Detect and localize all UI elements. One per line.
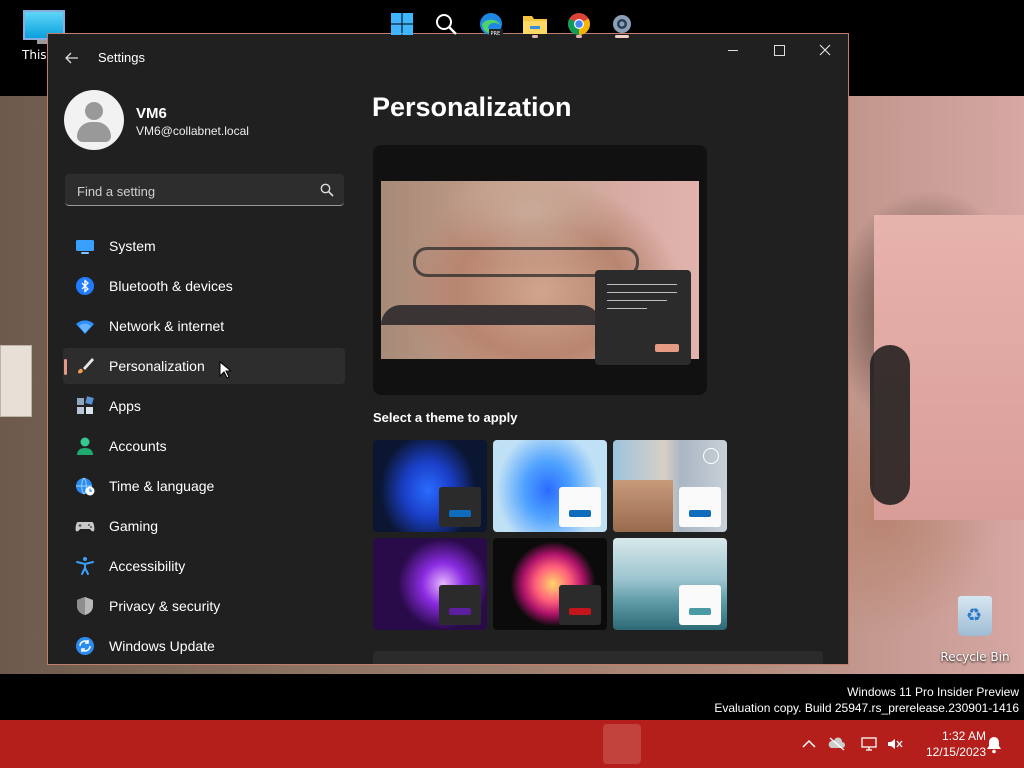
maximize-icon: [773, 44, 785, 56]
theme-preview: [373, 145, 707, 395]
window-title: Settings: [98, 50, 145, 65]
theme-glow-purple[interactable]: [373, 538, 487, 630]
chevron-up-icon[interactable]: [800, 736, 818, 752]
wifi-icon: [76, 320, 94, 334]
settings-window: Settings VM6 VM6@collabnet.local System …: [47, 33, 849, 665]
paintbrush-icon: [78, 358, 94, 374]
avatar[interactable]: [64, 90, 124, 150]
close-button[interactable]: [802, 34, 848, 66]
start-button[interactable]: [386, 8, 418, 40]
sidebar-item-label: Apps: [109, 398, 141, 414]
user-email: VM6@collabnet.local: [136, 124, 249, 138]
sidebar-item-label: Time & language: [109, 478, 215, 494]
user-name: VM6: [136, 105, 167, 122]
title-bar[interactable]: Settings: [48, 34, 848, 82]
os-watermark: Windows 11 Pro Insider Preview Evaluatio…: [714, 684, 1019, 716]
preview-shirt: [381, 305, 601, 325]
sidebar-item-system[interactable]: System: [63, 228, 345, 264]
windows-logo-icon: [391, 13, 413, 35]
minimize-button[interactable]: [710, 34, 756, 66]
sidebar-item-personalization[interactable]: Personalization: [63, 348, 345, 384]
edge-browser-icon: PRE: [480, 13, 503, 37]
page-title: Personalization: [372, 92, 572, 122]
sidebar-item-label: Bluetooth & devices: [109, 278, 233, 294]
monitor-icon: [76, 240, 94, 254]
theme-flow-lake[interactable]: [613, 538, 727, 630]
sidebar-item-label: Windows Update: [109, 638, 215, 654]
taskbar-clock[interactable]: 1:32 AM 12/15/2023: [916, 728, 986, 760]
sidebar-item-label: System: [109, 238, 156, 254]
taskbar-search-button[interactable]: [430, 8, 462, 40]
watermark-line-2: Evaluation copy. Build 25947.rs_prerelea…: [714, 701, 1019, 715]
sidebar-item-bluetooth-devices[interactable]: Bluetooth & devices: [63, 268, 345, 304]
maximize-button[interactable]: [756, 34, 802, 66]
network-icon[interactable]: [860, 736, 878, 752]
search-input[interactable]: [75, 181, 309, 201]
settings-card[interactable]: [373, 651, 823, 664]
theme-glow-flower[interactable]: [613, 440, 727, 532]
onedrive-offline-icon[interactable]: [828, 736, 846, 752]
shield-icon: [77, 597, 93, 615]
folder-icon: [523, 16, 547, 34]
volume-muted-icon[interactable]: [886, 736, 904, 752]
notification-bell-icon[interactable]: [986, 736, 1002, 754]
back-button[interactable]: [58, 46, 86, 70]
sidebar-item-label: Privacy & security: [109, 598, 221, 614]
person-icon: [77, 437, 93, 455]
sidebar-item-label: Accounts: [109, 438, 167, 454]
sidebar-item-label: Gaming: [109, 518, 159, 534]
sidebar-item-network-internet[interactable]: Network & internet: [63, 308, 345, 344]
sidebar-item-accounts[interactable]: Accounts: [63, 428, 345, 464]
mouse-cursor-icon: [219, 361, 231, 379]
theme-captured-motion[interactable]: [493, 538, 607, 630]
apps-icon: [77, 396, 94, 414]
theme-section-heading: Select a theme to apply: [373, 410, 518, 425]
sidebar-item-privacy-security[interactable]: Privacy & security: [63, 588, 345, 624]
minimize-icon: [728, 49, 738, 51]
wallpaper-glasses: [870, 345, 910, 505]
desktop-icon-label: Recycle Bin: [940, 650, 1010, 664]
watermark-line-1: Windows 11 Pro Insider Preview: [847, 685, 1019, 699]
clock-date: 12/15/2023: [925, 745, 986, 759]
taskbar-edge[interactable]: PRE: [475, 8, 507, 40]
search-icon[interactable]: [320, 183, 334, 197]
recycle-bin-icon: [958, 596, 992, 636]
wallpaper-light-switch: [0, 345, 32, 417]
taskbar-settings[interactable]: [606, 8, 638, 40]
taskbar-file-explorer[interactable]: [519, 8, 551, 40]
svg-text:PRE: PRE: [491, 31, 501, 37]
preview-accent-button: [655, 344, 679, 352]
sidebar-item-windows-update[interactable]: Windows Update: [63, 628, 345, 664]
sidebar-nav: System Bluetooth & devices Network & int…: [63, 228, 345, 664]
sidebar-item-label: Personalization: [109, 358, 205, 374]
sidebar-item-apps[interactable]: Apps: [63, 388, 345, 424]
preview-sample-window: [595, 270, 691, 365]
sidebar-item-label: Accessibility: [109, 558, 186, 574]
sidebar-item-gaming[interactable]: Gaming: [63, 508, 345, 544]
taskbar-chrome[interactable]: [563, 8, 595, 40]
gear-icon: [613, 15, 631, 33]
search-box[interactable]: [65, 174, 344, 206]
clock-time: 1:32 AM: [941, 729, 986, 743]
desktop-icon-recycle-bin[interactable]: Recycle Bin: [938, 596, 1012, 664]
close-icon: [819, 44, 831, 56]
chrome-icon: [568, 13, 590, 35]
accessibility-icon: [76, 557, 94, 575]
sidebar-item-time-language[interactable]: Time & language: [63, 468, 345, 504]
search-icon: [436, 14, 457, 35]
theme-windows-dark[interactable]: [373, 440, 487, 532]
sidebar-item-accessibility[interactable]: Accessibility: [63, 548, 345, 584]
sidebar-item-label: Network & internet: [109, 318, 225, 334]
dynamic-theme-icon: [703, 448, 719, 464]
globe-clock-icon: [76, 477, 95, 496]
active-app-highlight: [603, 724, 641, 764]
bluetooth-icon: [76, 277, 94, 295]
theme-windows-light[interactable]: [493, 440, 607, 532]
gamepad-icon: [75, 522, 95, 532]
update-icon: [76, 637, 94, 655]
arrow-left-icon: [65, 52, 78, 64]
